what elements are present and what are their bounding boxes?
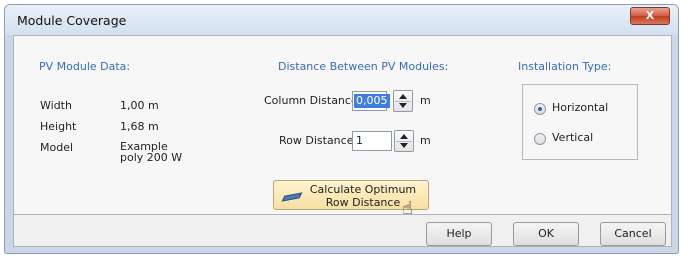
row-distance-unit: m (420, 134, 431, 147)
width-label: Width (40, 99, 72, 112)
row-distance-input[interactable]: 1 (352, 131, 392, 151)
footer-divider (14, 214, 671, 215)
distance-header: Distance Between PV Modules: (278, 60, 449, 73)
arrow-up-icon[interactable] (400, 134, 408, 139)
arrow-down-icon[interactable] (399, 103, 407, 108)
help-button[interactable]: Help (426, 222, 492, 246)
model-label: Model (40, 141, 74, 154)
column-distance-unit: m (420, 94, 431, 107)
vertical-label[interactable]: Vertical (552, 131, 593, 144)
installation-type-group: Horizontal Vertical (522, 84, 638, 160)
column-distance-input[interactable]: 0,005 (352, 91, 390, 111)
cancel-button[interactable]: Cancel (600, 222, 666, 246)
stepper-divider (396, 141, 412, 142)
installation-type-header: Installation Type: (518, 60, 612, 73)
dialog-title: Module Coverage (17, 13, 127, 28)
title-bar[interactable]: Module Coverage X (5, 5, 678, 35)
column-distance-stepper[interactable] (393, 90, 413, 112)
column-distance-value: 0,005 (354, 94, 390, 108)
ok-button[interactable]: OK (513, 222, 579, 246)
module-coverage-dialog: Module Coverage X PV Module Data: Width … (4, 4, 679, 254)
arrow-up-icon[interactable] (399, 94, 407, 99)
row-distance-value: 1 (356, 134, 363, 147)
height-label: Height (40, 120, 77, 133)
horizontal-radio[interactable] (534, 103, 546, 115)
content-area: PV Module Data: Width 1,00 m Height 1,68… (14, 36, 671, 219)
row-distance-label: Row Distance (279, 134, 354, 147)
dialog-body: PV Module Data: Width 1,00 m Height 1,68… (13, 35, 672, 247)
pv-panel-icon (281, 192, 303, 202)
width-value: 1,00 m (120, 99, 159, 112)
column-distance-label: Column Distance (264, 94, 358, 107)
pv-module-header: PV Module Data: (39, 60, 131, 73)
horizontal-label[interactable]: Horizontal (552, 101, 608, 114)
model-value: Example poly 200 W (120, 140, 183, 164)
stepper-divider (395, 101, 411, 102)
height-value: 1,68 m (120, 120, 159, 133)
close-button[interactable]: X (630, 7, 670, 25)
arrow-down-icon[interactable] (400, 143, 408, 148)
hand-pointer-icon: ☝ (402, 198, 413, 219)
close-icon: X (645, 9, 655, 22)
vertical-radio[interactable] (534, 133, 546, 145)
row-distance-stepper[interactable] (394, 130, 414, 152)
